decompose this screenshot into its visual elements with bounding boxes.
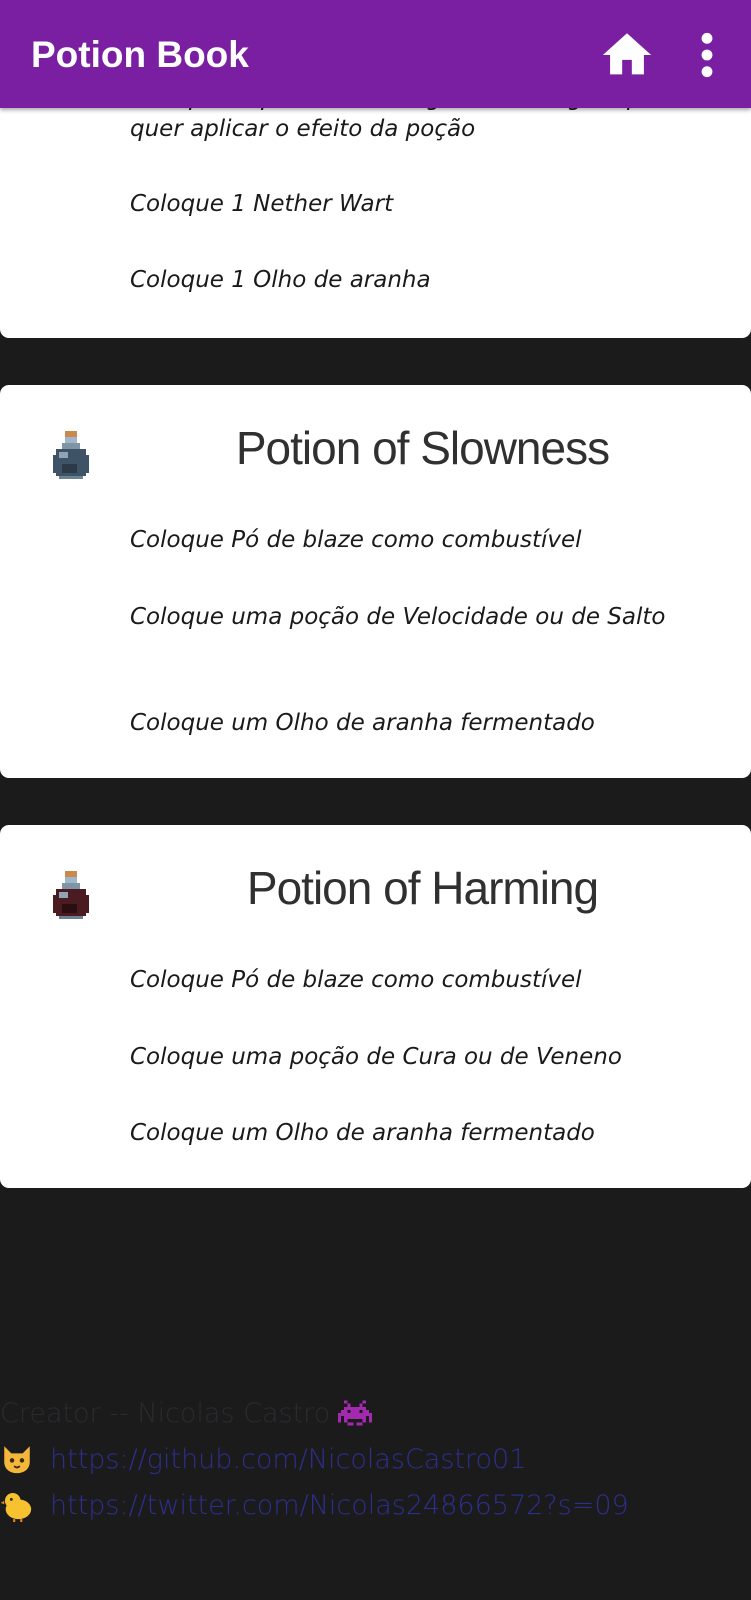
twitter-line: https://twitter.com/Nicolas24866572?s=09 xyxy=(0,1482,751,1528)
recipe-step: Coloque 1 Nether Wart xyxy=(130,191,394,217)
harming-potion-icon xyxy=(53,871,89,919)
potion-title: Potion of Slowness xyxy=(235,422,610,474)
more-vert-icon[interactable] xyxy=(690,30,724,80)
recipe-step: Coloque um Olho de aranha fermentado xyxy=(130,1120,595,1146)
recipe-step: Coloque um Olho de aranha fermentado xyxy=(130,710,595,736)
recipe-step: Coloque Pó de blaze como combustível xyxy=(130,527,582,553)
recipe-step: Coloque 1 Olho de aranha xyxy=(130,267,431,293)
potion-card-slowness: Potion of Slowness Coloque Pó de blaze c… xyxy=(0,385,751,778)
potion-title: Potion of Harming xyxy=(246,862,599,914)
twitter-link[interactable]: https://twitter.com/Nicolas24866572?s=09 xyxy=(50,1490,629,1521)
potion-card-harming: Potion of Harming Coloque Pó de blaze co… xyxy=(0,825,751,1188)
space-invader-icon xyxy=(338,1400,373,1426)
recipe-step: Coloque Pó de blaze como combustível xyxy=(130,967,582,993)
recipe-step: Coloque uma poção de Velocidade ou de Sa… xyxy=(130,604,666,630)
recipe-step: Coloque uma poção de Cura ou de Veneno xyxy=(130,1044,622,1070)
app-bar: Potion Book xyxy=(0,0,751,108)
cat-icon xyxy=(4,1446,30,1474)
github-line: https://github.com/NicolasCastro01 xyxy=(0,1436,751,1482)
creator-line: Creator -- Nicolas Castro xyxy=(0,1390,751,1436)
app-title: Potion Book xyxy=(31,34,249,75)
slowness-potion-icon xyxy=(53,431,89,479)
creator-credit: Creator -- Nicolas Castro xyxy=(0,1397,331,1429)
chick-icon xyxy=(0,1492,32,1522)
github-link[interactable]: https://github.com/NicolasCastro01 xyxy=(50,1444,526,1475)
footer: Creator -- Nicolas Castro https://github… xyxy=(0,1390,751,1528)
home-icon[interactable] xyxy=(598,26,656,84)
